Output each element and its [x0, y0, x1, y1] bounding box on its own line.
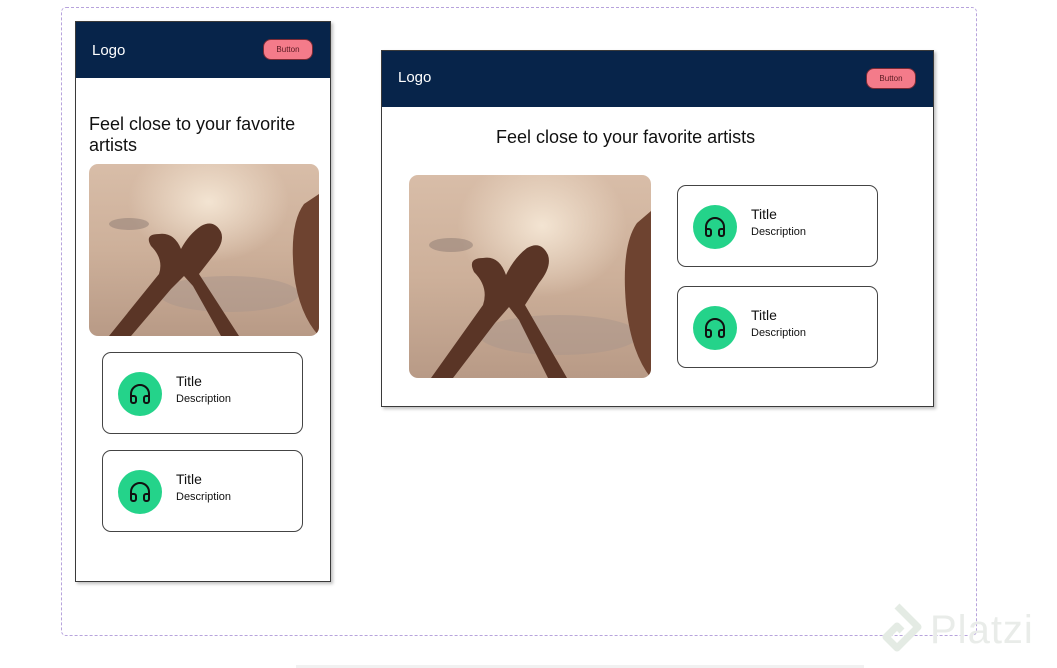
- desktop-nav-button[interactable]: Button: [866, 68, 916, 89]
- mobile-feature-card[interactable]: Title Description: [102, 352, 303, 434]
- mobile-frame: Logo Button Feel close to your favorite …: [75, 21, 331, 582]
- mobile-hero-title: Feel close to your favorite artists: [89, 114, 296, 155]
- mobile-hero-image: [89, 164, 319, 336]
- desktop-logo[interactable]: Logo: [398, 69, 431, 86]
- desktop-feature-card[interactable]: Title Description: [677, 286, 878, 368]
- card-title: Title: [176, 471, 202, 487]
- card-description: Description: [751, 327, 807, 339]
- headphones-icon: [693, 205, 737, 249]
- card-title: Title: [176, 373, 202, 389]
- desktop-feature-card[interactable]: Title Description: [677, 185, 878, 267]
- desktop-navbar: Logo Button: [382, 51, 933, 107]
- desktop-hero-image: [409, 175, 651, 378]
- mobile-nav-button[interactable]: Button: [263, 39, 313, 60]
- mobile-logo[interactable]: Logo: [92, 42, 125, 59]
- headphones-icon: [118, 470, 162, 514]
- platzi-watermark: Platzi: [872, 603, 1057, 661]
- card-description: Description: [176, 393, 232, 405]
- platzi-logo-icon: [882, 603, 922, 652]
- card-title: Title: [751, 307, 777, 323]
- mobile-feature-card[interactable]: Title Description: [102, 450, 303, 532]
- headphones-icon: [693, 306, 737, 350]
- card-description: Description: [176, 491, 232, 503]
- desktop-hero-title: Feel close to your favorite artists: [496, 127, 756, 147]
- card-description: Description: [751, 226, 807, 238]
- mobile-navbar: Logo Button: [76, 22, 330, 78]
- card-title: Title: [751, 206, 777, 222]
- desktop-frame: Logo Button Feel close to your favorite …: [381, 50, 934, 407]
- watermark-text: Platzi: [930, 608, 1034, 652]
- headphones-icon: [118, 372, 162, 416]
